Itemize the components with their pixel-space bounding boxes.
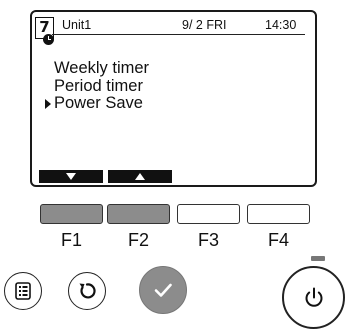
menu-item-power-save[interactable]: Power Save (45, 94, 149, 113)
menu-item-weekly-timer[interactable]: Weekly timer (54, 59, 150, 78)
power-icon (305, 287, 322, 307)
header-divider (52, 34, 305, 35)
timer-menu: Weekly timer Period timer Power Save (45, 59, 150, 113)
f1-label: F1 (60, 230, 82, 250)
triangle-down-icon (66, 173, 76, 180)
operation-lamp (311, 256, 325, 261)
softkey-up (108, 170, 172, 183)
menu-item-label: Weekly timer (54, 59, 150, 77)
selection-cursor-icon (45, 99, 51, 109)
date-display: 9/ 2 FRI (182, 18, 227, 32)
menu-list-icon (15, 282, 31, 300)
lcd-header: 7 Unit1 9/ 2 FRI 14:30 (32, 12, 315, 45)
checkmark-icon (154, 283, 172, 297)
power-button[interactable] (282, 266, 345, 329)
return-button[interactable] (68, 272, 106, 310)
f3-key[interactable] (177, 204, 240, 224)
clock-icon (43, 34, 54, 45)
confirm-button[interactable] (139, 266, 187, 314)
menu-item-period-timer[interactable]: Period timer (54, 76, 149, 96)
f2-label: F2 (127, 230, 149, 250)
f4-key[interactable] (247, 204, 310, 224)
lcd-display: 7 Unit1 9/ 2 FRI 14:30 Weekly timer Peri… (30, 10, 317, 187)
menu-item-label: Power Save (54, 94, 143, 112)
time-display: 14:30 (265, 18, 297, 32)
triangle-up-icon (135, 173, 145, 180)
menu-item-label: Period timer (54, 76, 143, 95)
f3-label: F3 (197, 230, 219, 250)
return-icon (79, 283, 96, 299)
menu-button[interactable] (4, 272, 42, 310)
softkey-down (39, 170, 103, 183)
unit-name: Unit1 (62, 18, 92, 32)
f2-key[interactable] (107, 204, 170, 224)
f1-key[interactable] (40, 204, 103, 224)
f4-label: F4 (267, 230, 289, 250)
